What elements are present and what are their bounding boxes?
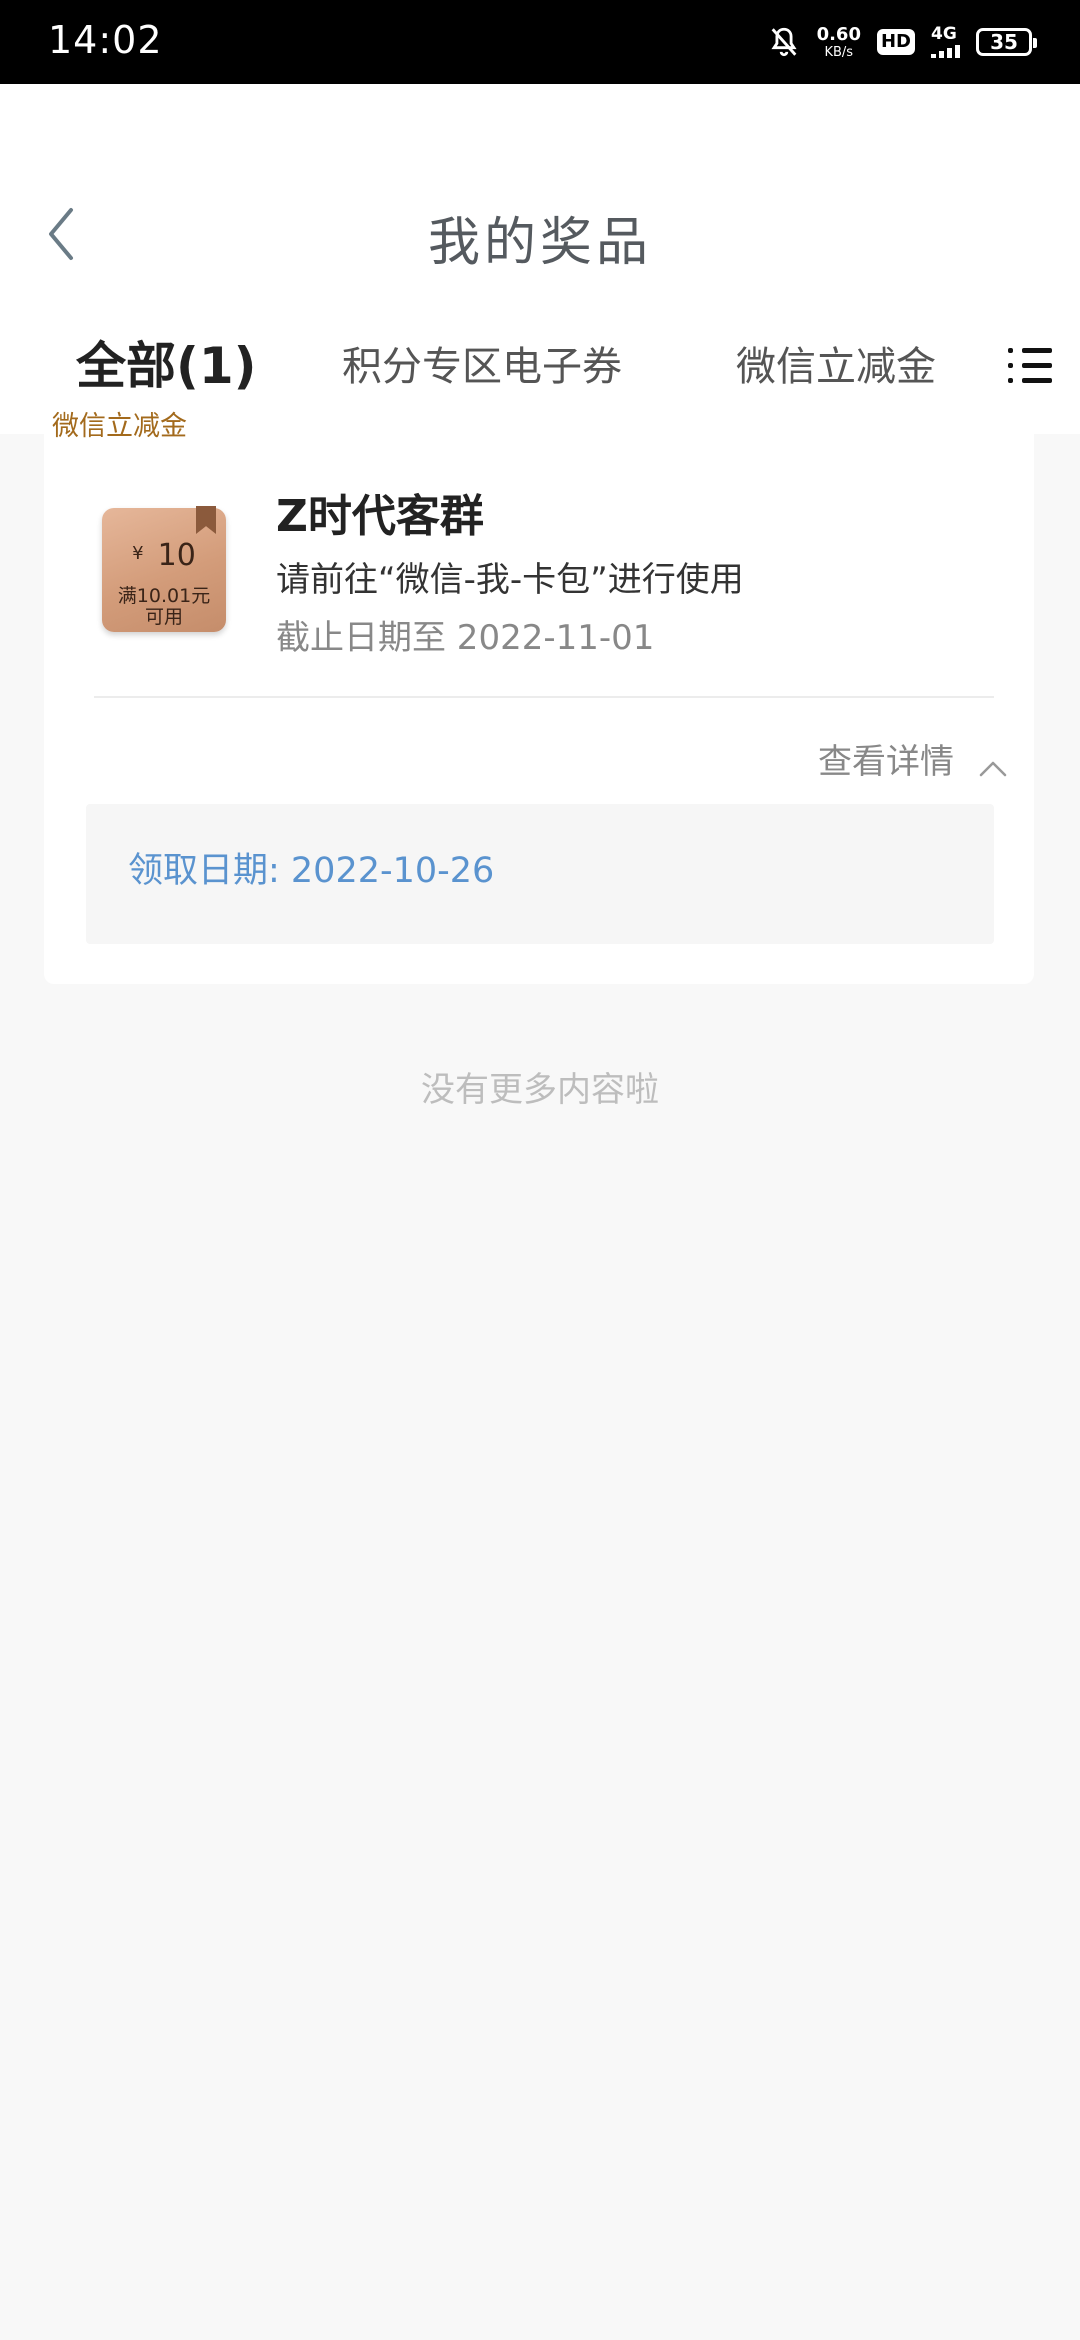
hd-badge: HD xyxy=(876,29,915,55)
signal-icon: 4G xyxy=(931,26,960,58)
end-of-list-note: 没有更多内容啦 xyxy=(421,1070,659,1110)
status-time: 14:02 xyxy=(48,18,163,62)
coupon-condition-line1: 满10.01元 xyxy=(117,585,211,607)
tab-all[interactable]: 全部(1) xyxy=(76,326,257,398)
prize-expiry: 截止日期至 2022-11-01 xyxy=(276,618,655,658)
details-panel: 领取日期: 2022-10-26 xyxy=(86,804,994,944)
bookmark-icon xyxy=(196,506,216,534)
coupon-amount: ¥10 xyxy=(102,538,226,573)
divider xyxy=(94,696,994,698)
coupon-value: 10 xyxy=(157,538,196,573)
prize-title: Z时代客群 xyxy=(276,491,484,542)
tabs-menu-button[interactable] xyxy=(1004,342,1052,390)
network-speed-value: 0.60 xyxy=(816,23,861,45)
tab-wechat-discount[interactable]: 微信立减金 xyxy=(736,334,938,392)
category-tag: 微信立减金 xyxy=(48,404,191,443)
view-details-label: 查看详情 xyxy=(818,742,954,782)
bell-muted-icon xyxy=(770,27,797,57)
network-type: 4G xyxy=(931,24,957,44)
network-speed: 0.60 KB/s xyxy=(816,23,861,60)
battery-icon: 35 xyxy=(976,28,1037,56)
page-header: 我的奖品 全部(1) 积分专区电子券 微信立减金 xyxy=(0,84,1080,434)
coupon-condition-line2: 可用 xyxy=(144,606,183,628)
receive-date: 领取日期: 2022-10-26 xyxy=(128,851,495,891)
battery-level: 35 xyxy=(990,30,1018,54)
prize-description: 请前往“微信-我-卡包”进行使用 xyxy=(276,560,744,600)
coupon-thumbnail: ¥10 满10.01元 可用 xyxy=(102,506,226,632)
status-icons: 0.60 KB/s HD 4G 35 xyxy=(767,22,1037,62)
view-details-toggle[interactable]: 查看详情 xyxy=(818,734,1008,783)
prize-card: 微信立减金 ¥10 满10.01元 可用 Z时代客群 请前往“微信-我-卡包”进… xyxy=(44,404,1034,984)
status-bar: 14:02 0.60 KB/s HD 4G 35 xyxy=(0,0,1080,84)
network-speed-unit: KB/s xyxy=(824,44,854,60)
page-title: 我的奖品 xyxy=(427,213,652,273)
coupon-condition: 满10.01元 可用 xyxy=(102,586,226,628)
tab-points-e-coupons[interactable]: 积分专区电子券 xyxy=(342,334,622,392)
chevron-up-icon xyxy=(979,761,1007,776)
currency-symbol: ¥ xyxy=(132,543,144,564)
